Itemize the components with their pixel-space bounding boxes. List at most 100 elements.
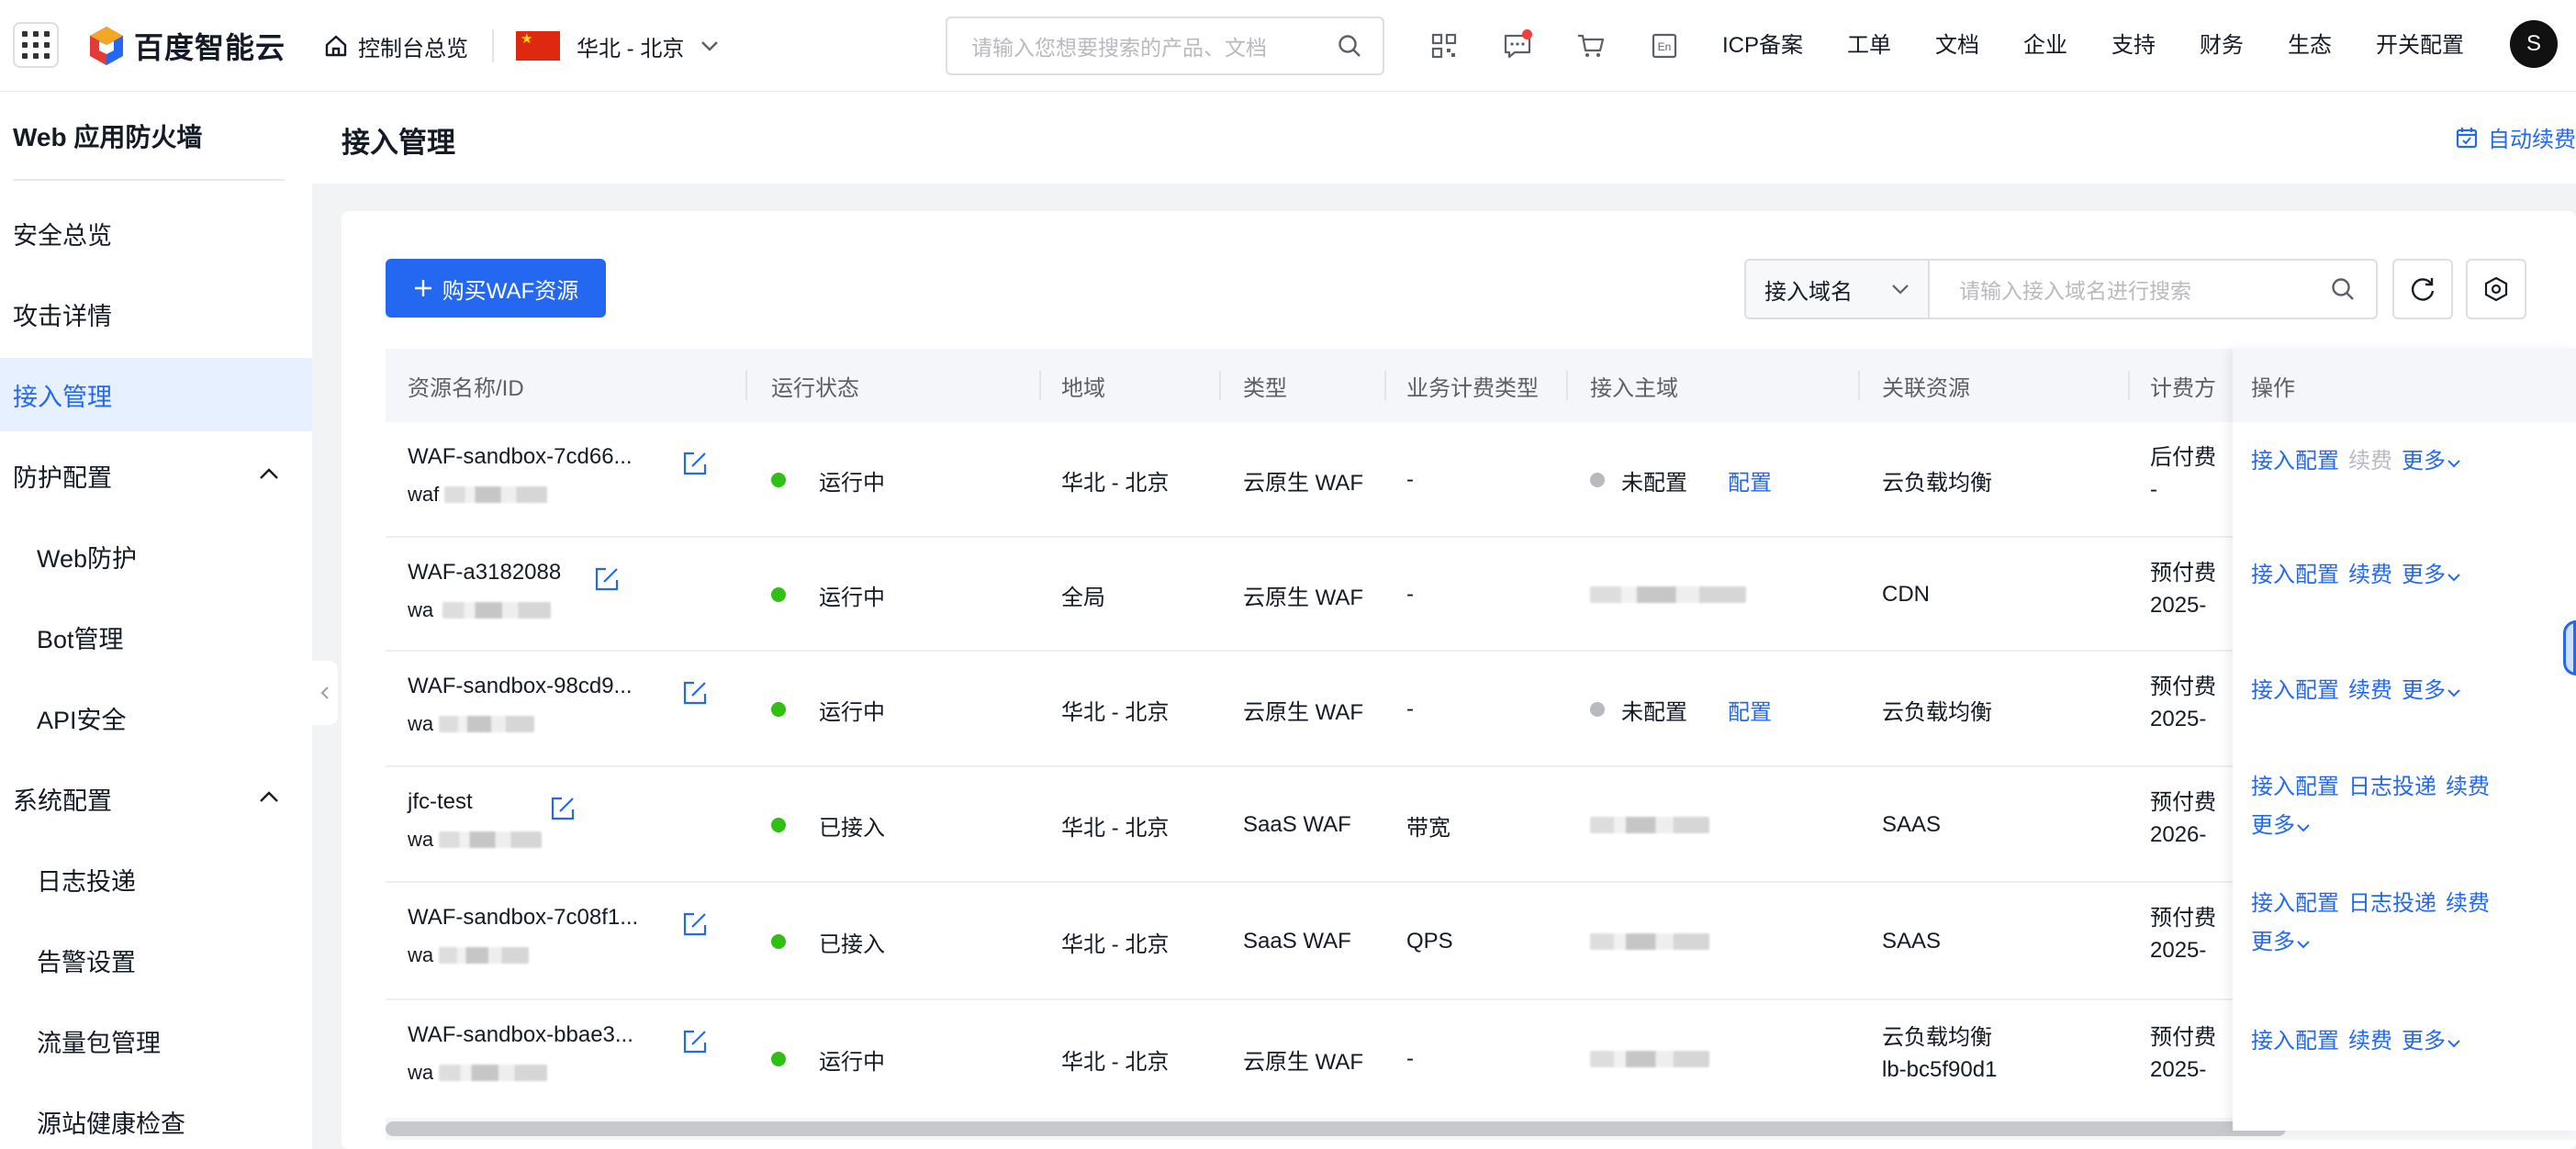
- log-delivery-link[interactable]: 日志投递: [2348, 775, 2436, 799]
- nav-link-ecosystem[interactable]: 生态: [2288, 28, 2332, 64]
- column-header-region: 地域: [1061, 375, 1105, 401]
- nav-link-icp[interactable]: ICP备案: [1722, 28, 1803, 64]
- sidebar-collapse-toggle[interactable]: [312, 661, 338, 725]
- sidebar-item-access-management[interactable]: 接入管理: [0, 358, 312, 431]
- status-text: 已接入: [819, 815, 885, 841]
- console-overview-link[interactable]: 控制台总览: [323, 28, 468, 64]
- region-selector[interactable]: 华北 - 北京: [516, 26, 719, 66]
- sidebar-item-label: Bot管理: [37, 625, 124, 653]
- refresh-button[interactable]: [2392, 259, 2453, 319]
- buy-waf-button[interactable]: 购买WAF资源: [386, 259, 606, 318]
- chevron-left-icon: [320, 686, 329, 699]
- sidebar-item-log-delivery[interactable]: 日志投递: [0, 842, 312, 916]
- configure-link[interactable]: 配置: [1728, 464, 1772, 496]
- resource-name: WAF-sandbox-7c08f1...: [408, 905, 639, 930]
- edit-icon[interactable]: [681, 679, 709, 707]
- resource-id-prefix: wa: [408, 828, 434, 851]
- sidebar-item-bot-management[interactable]: Bot管理: [0, 600, 312, 674]
- sidebar-item-web-protection[interactable]: Web防护: [0, 519, 312, 593]
- sidebar-item-label: 防护配置: [13, 463, 112, 492]
- language-switch-icon[interactable]: En: [1646, 28, 1683, 64]
- horizontal-scrollbar-thumb[interactable]: [386, 1121, 2286, 1136]
- row-actions: 接入配置 续费 更多: [2251, 1022, 2470, 1061]
- more-dropdown[interactable]: 更多: [2251, 930, 2310, 954]
- access-config-link[interactable]: 接入配置: [2251, 449, 2339, 474]
- brand-logo[interactable]: 百度智能云: [86, 23, 286, 69]
- sidebar-group-system-config[interactable]: 系统配置: [0, 762, 312, 835]
- masked-id: [444, 486, 548, 503]
- edit-icon[interactable]: [549, 795, 577, 822]
- renew-link[interactable]: 续费: [2446, 775, 2490, 799]
- sidebar-item-traffic-package[interactable]: 流量包管理: [0, 1004, 312, 1077]
- access-domain-cell: [1590, 883, 1709, 1000]
- resource-id-prefix: wa: [408, 943, 434, 966]
- domain-search-input[interactable]: 请输入接入域名进行搜索: [1928, 259, 2378, 319]
- status-running-dot: [771, 1052, 786, 1066]
- more-dropdown[interactable]: 更多: [2402, 678, 2460, 703]
- resource-name: WAF-sandbox-98cd9...: [408, 674, 633, 698]
- nav-link-support[interactable]: 支持: [2111, 28, 2156, 64]
- sidebar-item-api-security[interactable]: API安全: [0, 681, 312, 754]
- edit-icon[interactable]: [681, 910, 709, 938]
- resource-id: waf: [408, 483, 548, 507]
- nav-link-docs[interactable]: 文档: [1935, 28, 1979, 64]
- resource-id-prefix: wa: [408, 1061, 434, 1084]
- more-dropdown[interactable]: 更多: [2402, 449, 2460, 474]
- billing-type-cell: -: [1406, 697, 1414, 721]
- user-avatar[interactable]: S: [2510, 20, 2558, 68]
- edit-icon[interactable]: [681, 1028, 709, 1055]
- qrcode-icon[interactable]: [1426, 28, 1462, 64]
- nav-link-finance[interactable]: 财务: [2200, 28, 2244, 64]
- more-dropdown[interactable]: 更多: [2251, 813, 2310, 838]
- message-icon[interactable]: [1499, 28, 1536, 64]
- floating-assistant-button[interactable]: [2563, 620, 2576, 675]
- access-config-link[interactable]: 接入配置: [2251, 1029, 2339, 1054]
- configure-link[interactable]: 配置: [1728, 694, 1772, 726]
- nav-link-enterprise[interactable]: 企业: [2023, 28, 2067, 64]
- cart-icon[interactable]: [1573, 28, 1609, 64]
- auto-renew-link[interactable]: 自动续费: [2455, 121, 2576, 153]
- sidebar-item-alert-settings[interactable]: 告警设置: [0, 923, 312, 997]
- resource-name: jfc-test: [408, 789, 473, 814]
- page-title: 接入管理: [342, 127, 455, 159]
- masked-domain: [1590, 586, 1746, 603]
- search-icon[interactable]: [1337, 33, 1362, 59]
- edit-icon[interactable]: [593, 565, 621, 593]
- sidebar-item-label: 日志投递: [37, 867, 136, 896]
- sidebar-item-security-overview[interactable]: 安全总览: [0, 196, 312, 270]
- edit-icon[interactable]: [681, 450, 709, 477]
- log-delivery-link[interactable]: 日志投递: [2348, 891, 2436, 916]
- sidebar-item-origin-health-check[interactable]: 源站健康检查: [0, 1085, 312, 1149]
- access-config-link[interactable]: 接入配置: [2251, 891, 2339, 916]
- column-settings-button[interactable]: [2466, 259, 2526, 319]
- sidebar-item-label: 安全总览: [13, 221, 112, 250]
- renew-link[interactable]: 续费: [2446, 891, 2490, 916]
- sidebar-group-protection-config[interactable]: 防护配置: [0, 439, 312, 512]
- related-resource-id-cell[interactable]: lb-bc5f90d1: [1882, 1057, 1997, 1083]
- filter-field-select[interactable]: 接入域名: [1744, 259, 1928, 319]
- global-search-input[interactable]: 请输入您想要搜索的产品、文档: [946, 17, 1384, 75]
- access-config-link[interactable]: 接入配置: [2251, 563, 2339, 587]
- masked-id: [442, 602, 552, 619]
- renew-link[interactable]: 续费: [2348, 678, 2392, 703]
- renew-link[interactable]: 续费: [2348, 563, 2392, 587]
- region-cell: 华北 - 北京: [1061, 931, 1170, 957]
- nav-link-feature-switch[interactable]: 开关配置: [2376, 28, 2464, 64]
- region-cell: 华北 - 北京: [1061, 1049, 1170, 1075]
- search-icon[interactable]: [2330, 276, 2356, 302]
- auto-renew-label: 自动续费: [2488, 128, 2576, 152]
- more-dropdown[interactable]: 更多: [2402, 1029, 2460, 1054]
- pay-method-cell: 预付费: [2150, 561, 2216, 586]
- billing-type-cell: -: [1406, 1046, 1414, 1071]
- access-config-link[interactable]: 接入配置: [2251, 775, 2339, 799]
- sidebar-item-attack-details[interactable]: 攻击详情: [0, 277, 312, 351]
- row-actions: 接入配置 续费 更多: [2251, 442, 2470, 481]
- more-dropdown[interactable]: 更多: [2402, 563, 2460, 587]
- nav-link-ticket[interactable]: 工单: [1847, 28, 1891, 64]
- renew-link[interactable]: 续费: [2348, 1029, 2392, 1054]
- more-label: 更多: [2402, 449, 2446, 474]
- access-config-link[interactable]: 接入配置: [2251, 678, 2339, 703]
- apps-grid-icon[interactable]: [13, 22, 59, 68]
- column-divider: [2128, 371, 2130, 400]
- pay-method-cell: 预付费: [2150, 790, 2216, 815]
